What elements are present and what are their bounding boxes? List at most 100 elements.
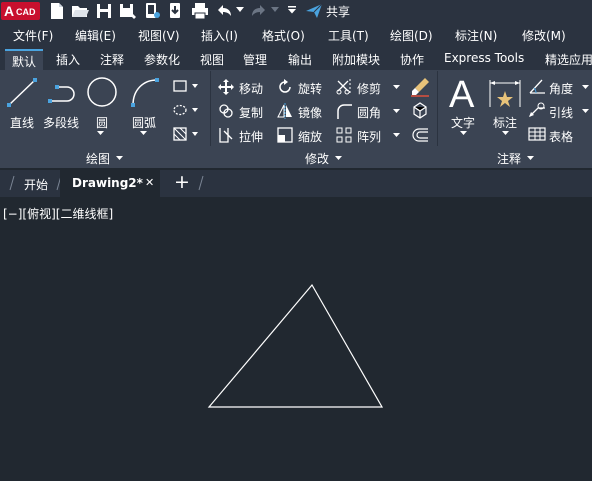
arc-dropdown-icon[interactable] xyxy=(140,131,148,136)
app-menu-button[interactable]: A CAD xyxy=(1,2,40,20)
tab-manage[interactable]: 管理 xyxy=(243,51,267,68)
gradient-tool-icon[interactable] xyxy=(172,127,200,141)
modify-panel-expand-icon[interactable] xyxy=(335,156,343,161)
share-icon[interactable] xyxy=(305,2,323,20)
angular-dropdown-icon[interactable] xyxy=(582,85,589,90)
plot-icon[interactable] xyxy=(191,2,209,20)
drawing-canvas[interactable]: [−][俯视][二维线框] xyxy=(0,199,592,481)
text-tool-icon[interactable]: A xyxy=(448,75,478,111)
tab-output[interactable]: 输出 xyxy=(288,51,312,68)
menu-modify[interactable]: 修改(M) xyxy=(522,27,566,44)
offset-icon[interactable] xyxy=(411,126,429,144)
dimension-tool-icon[interactable] xyxy=(488,77,522,109)
trim-dropdown-icon[interactable] xyxy=(393,85,400,90)
circle-dropdown-icon[interactable] xyxy=(97,131,105,136)
move-label[interactable]: 移动 xyxy=(239,80,263,97)
annotation-panel-expand-icon[interactable] xyxy=(527,156,535,161)
text-dropdown-icon[interactable] xyxy=(460,131,468,136)
stretch-icon[interactable] xyxy=(218,127,234,143)
menu-edit[interactable]: 编辑(E) xyxy=(75,27,116,44)
rotate-icon[interactable] xyxy=(277,79,293,95)
start-tab[interactable]: 开始 xyxy=(24,176,48,193)
undo-icon[interactable] xyxy=(215,2,233,20)
circle-tool-icon[interactable] xyxy=(86,76,118,108)
mirror-label[interactable]: 镜像 xyxy=(298,104,322,121)
close-tab-icon[interactable]: ✕ xyxy=(145,176,154,189)
draw-panel-title[interactable]: 绘图 xyxy=(86,150,110,167)
modify-panel-title[interactable]: 修改 xyxy=(305,150,329,167)
polyline-tool-icon[interactable] xyxy=(47,79,81,107)
tab-divider-icon xyxy=(8,175,16,191)
ribbon-tab-bar: 默认 插入 注释 参数化 视图 管理 输出 附加模块 协作 Express To… xyxy=(0,45,592,71)
new-tab-button[interactable]: + xyxy=(174,171,190,193)
dimension-dropdown-icon[interactable] xyxy=(502,131,510,136)
rectangle-tool-icon[interactable] xyxy=(172,79,200,93)
rotate-label[interactable]: 旋转 xyxy=(298,80,322,97)
tab-parametric[interactable]: 参数化 xyxy=(144,51,180,68)
save-as-icon[interactable] xyxy=(119,2,137,20)
undo-dropdown-icon[interactable] xyxy=(236,7,244,13)
array-dropdown-icon[interactable] xyxy=(393,133,400,138)
fillet-icon[interactable] xyxy=(336,103,352,119)
tab-default[interactable]: 默认 xyxy=(5,49,43,70)
dimension-tool-label[interactable]: 标注 xyxy=(493,114,517,131)
tab-view[interactable]: 视图 xyxy=(200,51,224,68)
save-icon[interactable] xyxy=(95,2,113,20)
text-tool-label[interactable]: 文字 xyxy=(451,114,475,131)
scale-label[interactable]: 缩放 xyxy=(298,128,322,145)
table-label[interactable]: 表格 xyxy=(549,128,573,145)
tab-collaborate[interactable]: 协作 xyxy=(400,51,424,68)
menu-view[interactable]: 视图(V) xyxy=(138,27,180,44)
share-button[interactable]: 共享 xyxy=(326,3,350,20)
trim-icon[interactable] xyxy=(336,79,352,95)
draw-panel-expand-icon[interactable] xyxy=(116,156,124,161)
redo-icon xyxy=(250,2,268,20)
tab-annotate[interactable]: 注释 xyxy=(100,51,124,68)
copy-label[interactable]: 复制 xyxy=(239,104,263,121)
menu-format[interactable]: 格式(O) xyxy=(262,27,305,44)
menu-insert[interactable]: 插入(I) xyxy=(201,27,238,44)
move-icon[interactable] xyxy=(218,79,234,95)
polyline-tool-label[interactable]: 多段线 xyxy=(43,114,79,131)
arc-tool-label[interactable]: 圆弧 xyxy=(132,114,156,131)
new-file-icon[interactable] xyxy=(48,2,66,20)
open-from-web-icon[interactable] xyxy=(143,2,161,20)
tab-express-tools[interactable]: Express Tools xyxy=(444,51,524,65)
explode-icon[interactable] xyxy=(411,101,429,119)
leader-icon[interactable] xyxy=(528,102,546,118)
scale-icon[interactable] xyxy=(277,127,293,143)
open-folder-icon[interactable] xyxy=(71,2,89,20)
table-icon[interactable] xyxy=(528,127,546,141)
trim-label[interactable]: 修剪 xyxy=(357,80,381,97)
annotation-panel-title[interactable]: 注释 xyxy=(497,150,521,167)
tab-featured-apps[interactable]: 精选应用 xyxy=(545,51,592,68)
leader-label[interactable]: 引线 xyxy=(549,104,573,121)
circle-tool-label[interactable]: 圆 xyxy=(96,114,108,131)
triangle-shape[interactable] xyxy=(207,283,384,408)
array-label[interactable]: 阵列 xyxy=(357,128,381,145)
arc-tool-icon[interactable] xyxy=(129,76,161,108)
customize-toolbar-icon[interactable] xyxy=(288,6,296,14)
drawing-tab[interactable]: Drawing2* ✕ xyxy=(60,170,160,197)
mirror-icon[interactable] xyxy=(277,103,293,119)
stretch-label[interactable]: 拉伸 xyxy=(239,128,263,145)
copy-icon[interactable] xyxy=(218,103,234,119)
line-tool-icon[interactable] xyxy=(6,77,38,109)
hatch-tool-icon[interactable] xyxy=(172,103,200,117)
menu-bar: 文件(F) 编辑(E) 视图(V) 插入(I) 格式(O) 工具(T) 绘图(D… xyxy=(0,23,592,45)
line-tool-label[interactable]: 直线 xyxy=(10,114,34,131)
menu-file[interactable]: 文件(F) xyxy=(13,27,53,44)
menu-dimension[interactable]: 标注(N) xyxy=(455,27,497,44)
tab-addins[interactable]: 附加模块 xyxy=(332,51,380,68)
menu-tools[interactable]: 工具(T) xyxy=(328,27,369,44)
angular-dimension-label[interactable]: 角度 xyxy=(549,80,573,97)
menu-draw[interactable]: 绘图(D) xyxy=(390,27,433,44)
save-to-web-icon[interactable] xyxy=(167,2,185,20)
tab-insert[interactable]: 插入 xyxy=(56,51,80,68)
array-icon[interactable] xyxy=(336,127,352,143)
fillet-dropdown-icon[interactable] xyxy=(393,109,400,114)
fillet-label[interactable]: 圆角 xyxy=(357,104,381,121)
leader-dropdown-icon[interactable] xyxy=(582,109,589,114)
erase-icon[interactable] xyxy=(410,77,430,97)
angular-dimension-icon[interactable] xyxy=(528,78,546,94)
